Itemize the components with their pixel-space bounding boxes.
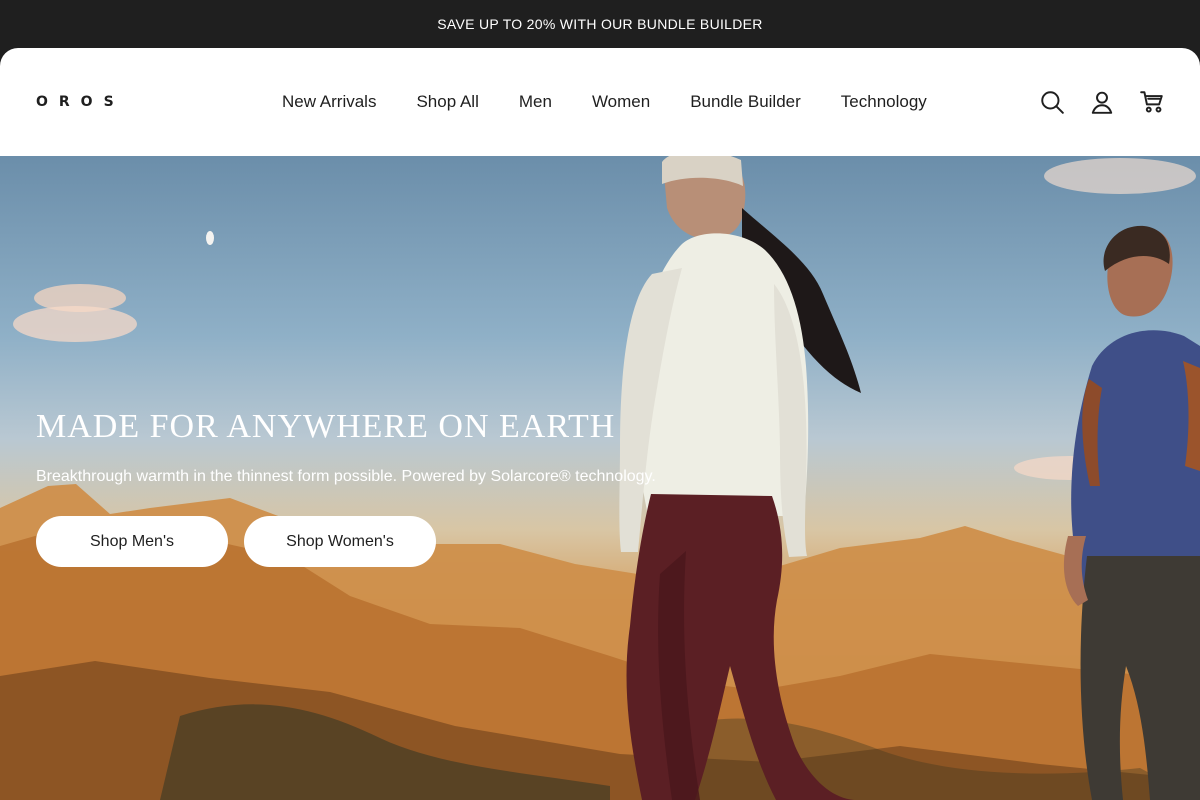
cart-button[interactable] [1138, 88, 1166, 116]
account-button[interactable] [1088, 88, 1116, 116]
site-header: OROS New Arrivals Shop All Men Women Bun… [0, 48, 1200, 156]
announcement-text: SAVE UP TO 20% WITH OUR BUNDLE BUILDER [437, 16, 763, 32]
cloud [13, 306, 137, 342]
nav-women[interactable]: Women [592, 92, 650, 112]
main-navigation: New Arrivals Shop All Men Women Bundle B… [282, 90, 927, 114]
hero-banner: MADE FOR ANYWHERE ON EARTH Breakthrough … [0, 156, 1200, 800]
announcement-bar: SAVE UP TO 20% WITH OUR BUNDLE BUILDER [0, 0, 1200, 48]
moon [206, 231, 214, 245]
brand-logo[interactable]: OROS [36, 88, 114, 116]
hero-subtitle: Breakthrough warmth in the thinnest form… [36, 468, 656, 485]
shop-womens-button[interactable]: Shop Women's [244, 516, 436, 567]
account-icon [1091, 91, 1113, 114]
cloud [1044, 158, 1196, 194]
nav-bundle-builder[interactable]: Bundle Builder [690, 92, 801, 112]
shop-mens-button[interactable]: Shop Men's [36, 516, 228, 567]
nav-technology[interactable]: Technology [841, 92, 927, 112]
hero-title: MADE FOR ANYWHERE ON EARTH [36, 408, 616, 445]
nav-men[interactable]: Men [519, 92, 552, 112]
hero-buttons: Shop Men's Shop Women's [36, 516, 736, 567]
nav-new-arrivals[interactable]: New Arrivals [282, 92, 376, 112]
hero-content: MADE FOR ANYWHERE ON EARTH Breakthrough … [36, 406, 736, 567]
search-icon [1041, 91, 1064, 114]
nav-shop-all[interactable]: Shop All [416, 92, 478, 112]
search-button[interactable] [1038, 88, 1066, 116]
cart-icon [1140, 91, 1163, 113]
